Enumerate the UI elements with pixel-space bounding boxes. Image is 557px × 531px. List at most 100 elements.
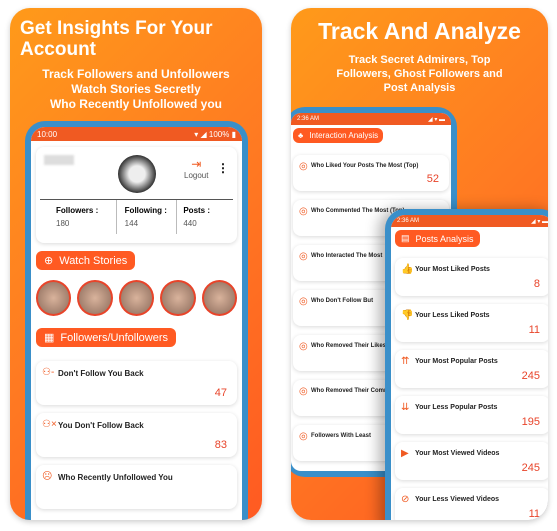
- item-label: You Don't Follow Back: [58, 421, 144, 430]
- profile-card: ⇥ Logout ⋮ Followers : 180 Following : 144 …: [36, 147, 237, 243]
- plus-circle-icon: ⊕: [44, 255, 54, 267]
- arrows-down-icon: ⇊: [401, 402, 410, 413]
- list-item[interactable]: ⚇- Don't Follow You Back 47: [36, 361, 237, 405]
- item-label: Who Interacted The Most: [311, 253, 383, 259]
- username-blurred: [44, 155, 74, 165]
- status-bar: 2:36 AM ◢ ▾ ▬: [291, 113, 451, 125]
- stat-label: Followers :: [56, 206, 99, 215]
- logout-button[interactable]: ⇥ Logout: [184, 157, 208, 180]
- item-label: Your Less Popular Posts: [415, 404, 498, 411]
- subtitle-line: Track Followers and Unfollowers: [42, 67, 230, 81]
- subtitle-line: Post Analysis: [383, 82, 456, 94]
- list-item[interactable]: ◎ Who Liked Your Posts The Most (Top) 52: [293, 155, 449, 191]
- stories-row: [31, 272, 242, 322]
- posts-section-header: ▤ Posts Analysis: [395, 230, 480, 247]
- stat-posts[interactable]: Posts : 440: [177, 200, 233, 234]
- promo-card-insights: Get Insights For Your Account Track Follo…: [10, 8, 262, 520]
- item-label: Who Liked Your Posts The Most (Top): [311, 163, 419, 169]
- stat-value: 144: [124, 219, 139, 228]
- watch-stories-button[interactable]: ⊕ Watch Stories: [36, 251, 136, 270]
- video-icon: ▶: [401, 448, 409, 459]
- status-bar: 10:00 ▾ ◢ 100% ▮: [31, 127, 242, 141]
- promo-subtitle: Track Followers and Unfollowers Watch Sto…: [10, 67, 262, 112]
- list-item[interactable]: ⇊ Your Less Popular Posts 195: [395, 396, 548, 434]
- user-minus-icon: ⚇-: [42, 367, 55, 378]
- item-count: 245: [521, 462, 540, 474]
- status-time: 2:36 AM: [297, 116, 320, 122]
- user-x-icon: ⚇×: [42, 419, 57, 430]
- stat-label: Following :: [124, 206, 167, 215]
- item-label: Who Recently Unfollowed You: [58, 473, 173, 482]
- story-avatar[interactable]: [77, 280, 113, 316]
- arrows-up-icon: ⇈: [401, 356, 410, 367]
- list-item[interactable]: ⊘ Your Less Viewed Videos 11: [395, 488, 548, 520]
- promo-title: Track And Analyze: [318, 18, 521, 44]
- item-label: Who Commented The Most (Top): [311, 208, 405, 214]
- stat-value: 440: [183, 219, 197, 228]
- item-label: Your Most Popular Posts: [415, 358, 498, 365]
- item-label: Who Removed Their Likes: [311, 343, 387, 349]
- status-icons: ◢ ▾ ▬: [531, 218, 548, 225]
- title-line: Account: [20, 39, 96, 60]
- video-off-icon: ⊘: [401, 494, 410, 505]
- section-label: Followers/Unfollowers: [60, 331, 168, 344]
- analysis-icon: ◎: [299, 296, 308, 307]
- list-item[interactable]: ⇈ Your Most Popular Posts 245: [395, 350, 548, 388]
- stat-following[interactable]: Following : 144: [117, 200, 178, 234]
- item-label: Your Most Viewed Videos: [415, 450, 500, 457]
- list-item[interactable]: ▶ Your Most Viewed Videos 245: [395, 442, 548, 480]
- item-count: 11: [528, 508, 540, 520]
- item-count: 195: [521, 416, 540, 428]
- subtitle-line: Who Recently Unfollowed you: [49, 97, 222, 111]
- analysis-icon: ◎: [299, 386, 308, 397]
- story-avatar[interactable]: [36, 280, 72, 316]
- stats-row: Followers : 180 Following : 144 Posts : 440: [40, 199, 233, 234]
- thumbs-down-icon: 👎: [401, 310, 414, 321]
- item-count: 52: [426, 173, 439, 185]
- battery-level: ▾ ◢ 100% ▮: [194, 129, 236, 139]
- list-item[interactable]: 👍 Your Most Liked Posts 8: [395, 258, 548, 296]
- watch-stories-label: Watch Stories: [59, 254, 128, 267]
- analysis-icon: ◎: [299, 161, 308, 172]
- title-line: Get Insights For Your: [20, 18, 213, 39]
- phone-mockup: 10:00 ▾ ◢ 100% ▮ ⇥ Logout ⋮ Followers : 180…: [25, 121, 248, 520]
- phone-screen: 2:36 AM ◢ ▾ ▬ ▤ Posts Analysis 👍 Your Most…: [391, 215, 548, 520]
- grid-icon: ▦: [44, 332, 55, 344]
- analysis-icon: ◎: [299, 431, 308, 442]
- status-time: 2:36 AM: [397, 218, 420, 224]
- network-icon: ♣: [298, 131, 304, 140]
- status-icons: ◢ ▾ ▬: [428, 116, 445, 123]
- promo-card-analyze: Track And Analyze Track Secret Admirers,…: [291, 8, 548, 520]
- battery-text: 100%: [208, 129, 230, 139]
- logout-label: Logout: [184, 171, 209, 180]
- item-label: Don't Follow You Back: [58, 369, 144, 378]
- item-count: 11: [528, 324, 540, 336]
- item-count: 47: [214, 387, 227, 399]
- item-count: 245: [521, 370, 540, 382]
- status-bar: 2:36 AM ◢ ▾ ▬: [391, 215, 548, 227]
- section-label: Interaction Analysis: [309, 131, 379, 140]
- promo-subtitle: Track Secret Admirers, Top Followers, Gho…: [291, 53, 548, 95]
- more-menu-icon[interactable]: ⋮: [217, 161, 229, 175]
- subtitle-line: Watch Stories Secretly: [71, 82, 201, 96]
- phone-mockup-front: 2:36 AM ◢ ▾ ▬ ▤ Posts Analysis 👍 Your Most…: [385, 209, 548, 520]
- story-avatar[interactable]: [201, 280, 238, 316]
- promo-title: Get Insights For Your Account: [20, 18, 212, 60]
- list-item[interactable]: ☹ Who Recently Unfollowed You: [36, 465, 237, 509]
- subtitle-line: Followers, Ghost Followers and: [336, 68, 503, 80]
- stat-label: Posts :: [183, 206, 211, 215]
- story-avatar[interactable]: [118, 280, 155, 316]
- analysis-icon: ◎: [299, 251, 308, 262]
- stat-followers[interactable]: Followers : 180: [40, 200, 117, 234]
- logout-icon: ⇥: [191, 157, 202, 171]
- list-item[interactable]: ⚇× You Don't Follow Back 83: [36, 413, 237, 457]
- interaction-section-header: ♣ Interaction Analysis: [293, 128, 384, 143]
- subtitle-line: Track Secret Admirers, Top: [348, 54, 491, 66]
- section-label: Posts Analysis: [415, 233, 474, 244]
- stat-value: 180: [56, 219, 70, 228]
- item-label: Your Less Viewed Videos: [415, 496, 500, 503]
- story-avatar[interactable]: [160, 280, 196, 316]
- list-item[interactable]: 👎 Your Less Liked Posts 11: [395, 304, 548, 342]
- item-label: Your Most Liked Posts: [415, 266, 490, 273]
- phone-screen: 10:00 ▾ ◢ 100% ▮ ⇥ Logout ⋮ Followers : 180…: [31, 127, 242, 520]
